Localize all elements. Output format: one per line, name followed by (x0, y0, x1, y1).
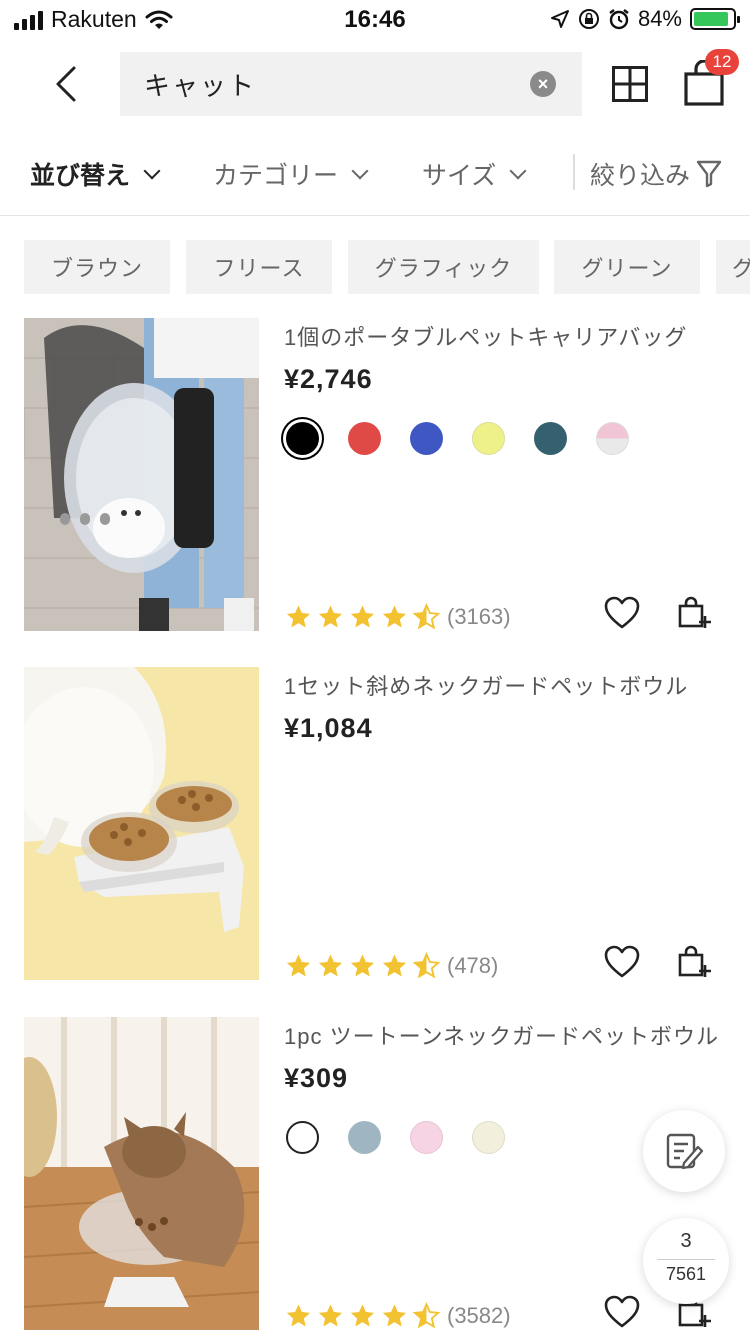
half-star-icon (412, 603, 441, 630)
swatch-light-pink[interactable] (410, 1121, 443, 1154)
sort-filter[interactable]: 並び替え (30, 156, 164, 192)
swatch-gray-blue[interactable] (348, 1121, 381, 1154)
swatch-red[interactable] (348, 422, 381, 455)
edit-note-icon (666, 1133, 704, 1170)
filter-divider (573, 154, 575, 190)
swatch-yellow[interactable] (472, 422, 505, 455)
refine-filter[interactable]: 絞り込み (590, 156, 722, 192)
product-title[interactable]: 1セット斜めネックガードペットボウル (284, 669, 734, 701)
product-image[interactable] (24, 318, 259, 631)
star-icon (318, 1304, 343, 1327)
review-count: (3163) (447, 604, 511, 629)
add-to-cart-icon[interactable] (678, 945, 712, 979)
star-icon (318, 605, 343, 628)
chip-graphic[interactable]: グラフィック (348, 240, 539, 294)
heart-icon[interactable] (604, 596, 640, 630)
chevron-down-icon (143, 162, 161, 180)
product-card[interactable]: 1個のポータブルペットキャリアバッグ ¥2,746 (3163) (0, 318, 750, 632)
category-filter-label: カテゴリー (213, 162, 339, 190)
review-count: (3582) (447, 1303, 511, 1328)
chip-brown[interactable]: ブラウン (24, 240, 170, 294)
rotation-lock-icon (578, 9, 599, 29)
chevron-down-icon (351, 162, 369, 180)
swatch-black[interactable] (286, 422, 319, 455)
feedback-button[interactable] (643, 1110, 725, 1192)
star-icon (286, 605, 311, 628)
heart-icon[interactable] (604, 1295, 640, 1329)
star-icon (382, 954, 407, 977)
chip-fleece[interactable]: フリース (186, 240, 332, 294)
status-right: 84% (550, 6, 740, 32)
battery-icon (690, 8, 740, 30)
star-icon (382, 1304, 407, 1327)
refine-filter-label: 絞り込み (590, 162, 691, 190)
search-header: キャット × 12 (0, 49, 750, 116)
heart-icon[interactable] (604, 945, 640, 979)
product-image[interactable] (24, 1017, 259, 1330)
back-button[interactable] (48, 64, 88, 104)
filter-bar: 並び替え カテゴリー サイズ 絞り込み (0, 150, 750, 196)
star-icon (350, 605, 375, 628)
funnel-icon (696, 160, 722, 188)
current-page: 3 (680, 1230, 692, 1252)
add-to-cart-icon[interactable] (678, 596, 712, 630)
star-icon (382, 605, 407, 628)
category-filter[interactable]: カテゴリー (213, 156, 372, 192)
rating-stars (284, 1302, 441, 1330)
product-card[interactable]: 1pc ツートーンネックガードペットボウル ¥309 (3582) (0, 1017, 750, 1334)
chip-green[interactable]: グリーン (554, 240, 700, 294)
product-price: ¥309 (284, 1063, 349, 1093)
product-price: ¥1,084 (284, 713, 373, 743)
cart-count-badge: 12 (705, 49, 739, 75)
battery-percent: 84% (637, 6, 682, 31)
product-title[interactable]: 1個のポータブルペットキャリアバッグ (284, 320, 734, 352)
page-separator (657, 1259, 715, 1260)
filter-divider-line (0, 215, 750, 216)
product-rating: (3582) (284, 1302, 511, 1330)
rating-stars (284, 952, 441, 980)
star-icon (350, 1304, 375, 1327)
half-star-icon (412, 952, 441, 979)
status-bar: Rakuten 16:46 84% (0, 0, 750, 40)
swatch-blue[interactable] (410, 422, 443, 455)
page-indicator[interactable]: 3 7561 (643, 1218, 729, 1304)
swatch-white[interactable] (286, 1121, 319, 1154)
half-star-icon (412, 1302, 441, 1329)
star-icon (286, 1304, 311, 1327)
star-icon (318, 954, 343, 977)
quick-filter-chips: ブラウン フリース グラフィック グリーン グ (24, 240, 750, 294)
star-icon (350, 954, 375, 977)
size-filter-label: サイズ (422, 162, 497, 190)
product-rating: (3163) (284, 603, 511, 631)
swatch-cream[interactable] (472, 1121, 505, 1154)
size-filter[interactable]: サイズ (422, 156, 530, 192)
product-card[interactable]: 1セット斜めネックガードペットボウル ¥1,084 (478) (0, 667, 750, 981)
search-input[interactable]: キャット × (120, 52, 582, 116)
alarm-icon (609, 9, 629, 30)
review-count: (478) (447, 953, 499, 978)
sort-filter-label: 並び替え (30, 162, 131, 190)
product-price: ¥2,746 (284, 364, 373, 394)
total-pages: 7561 (665, 1264, 707, 1284)
swatch-pink-gray[interactable] (596, 422, 629, 455)
clear-search-icon[interactable]: × (530, 71, 556, 97)
swatch-teal[interactable] (534, 422, 567, 455)
chip-more[interactable]: グ (716, 240, 750, 294)
chevron-down-icon (509, 162, 527, 180)
star-icon (286, 954, 311, 977)
product-rating: (478) (284, 952, 498, 980)
search-query: キャット (144, 70, 257, 101)
grid-view-icon[interactable] (612, 66, 648, 102)
location-arrow-icon (550, 10, 569, 28)
product-title[interactable]: 1pc ツートーンネックガードペットボウル (284, 1019, 734, 1051)
product-image[interactable] (24, 667, 259, 980)
rating-stars (284, 603, 441, 631)
